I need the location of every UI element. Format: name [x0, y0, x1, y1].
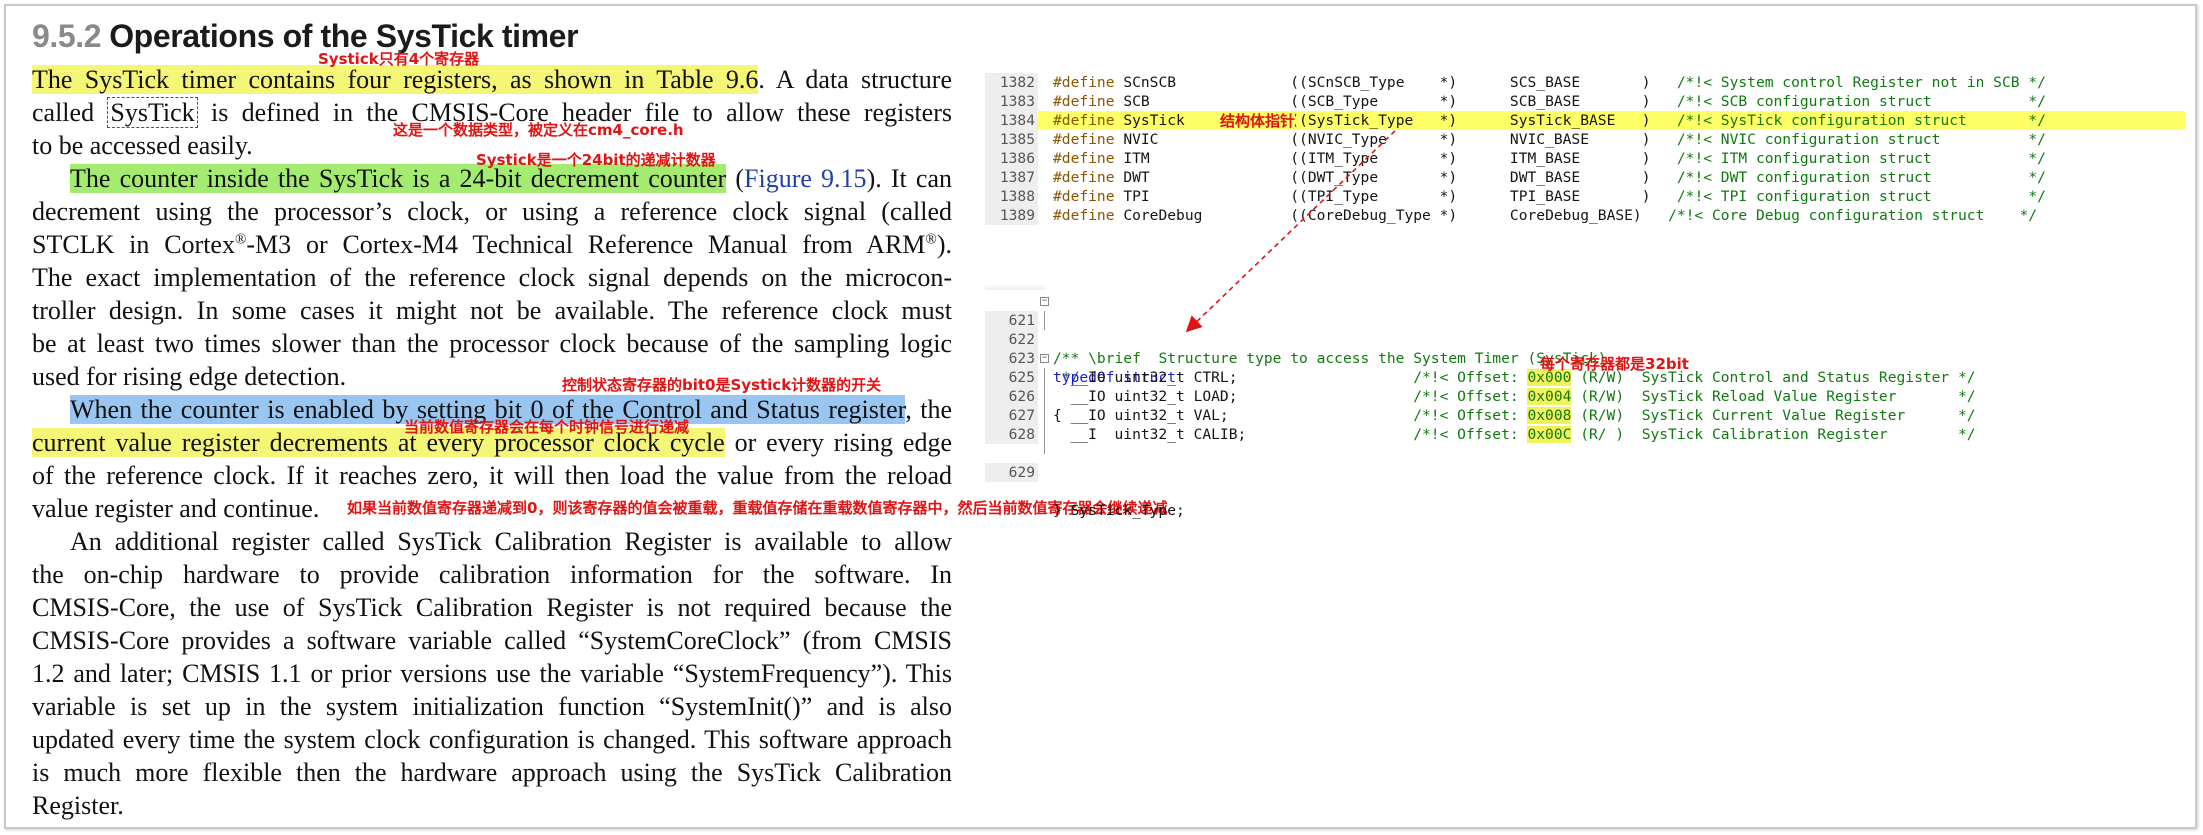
arrow-line [1185, 130, 1396, 333]
annotation-arrow [1185, 130, 1396, 333]
